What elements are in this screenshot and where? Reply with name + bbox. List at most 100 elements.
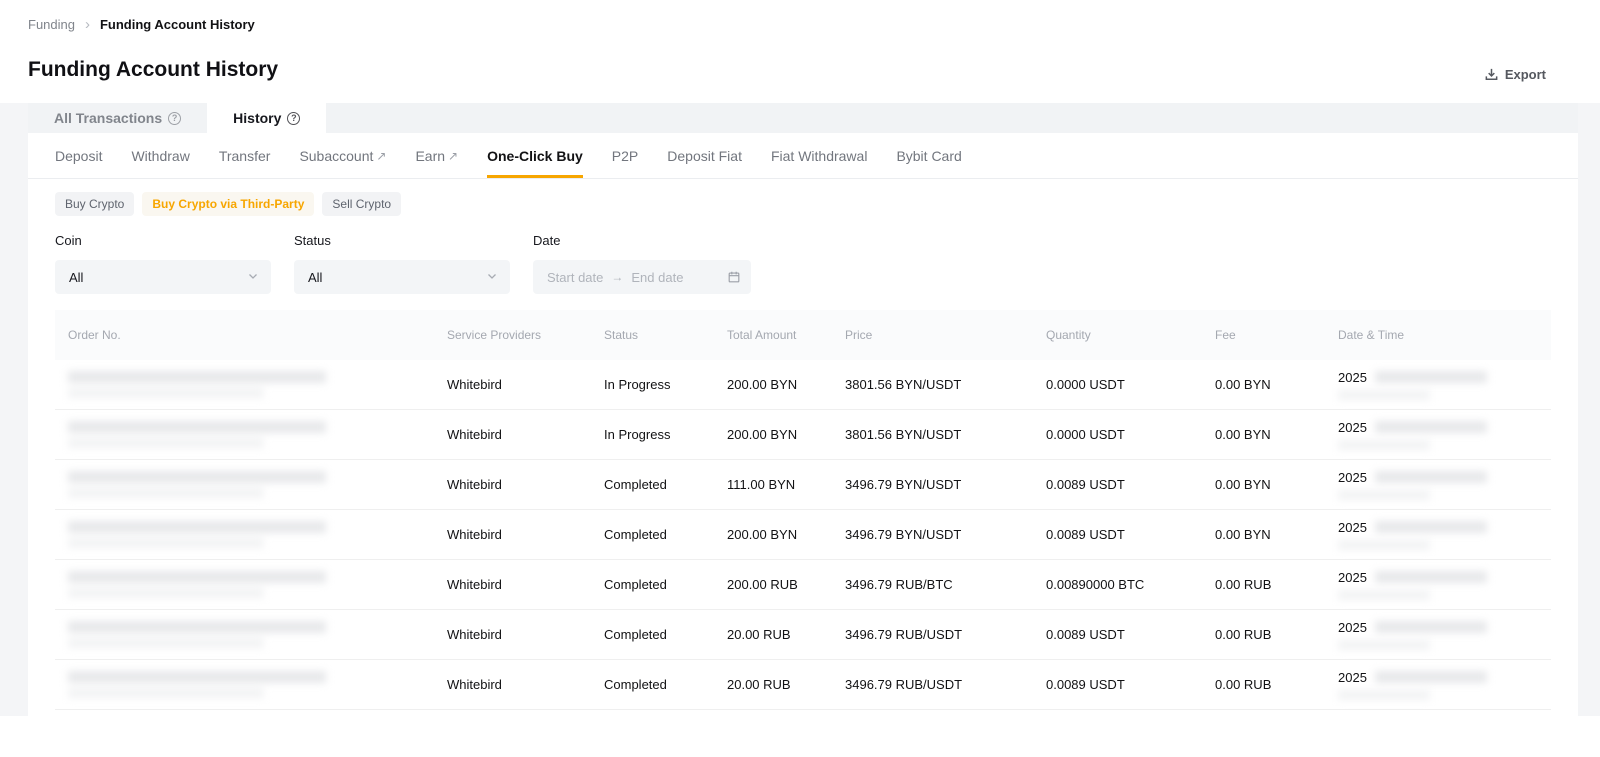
subtab-one-click-buy[interactable]: One-Click Buy	[487, 133, 583, 178]
date-time: 2025	[1338, 570, 1551, 600]
subtab-deposit-fiat[interactable]: Deposit Fiat	[667, 133, 742, 178]
subtab-fiat-withdrawal[interactable]: Fiat Withdrawal	[771, 133, 867, 178]
subtab-label: Subaccount	[299, 148, 373, 164]
table-row: Whitebird Completed 111.00 BYN 3496.79 B…	[55, 460, 1551, 510]
date-year: 2025	[1338, 370, 1367, 385]
subtab-subaccount[interactable]: Subaccount↗	[299, 133, 386, 178]
page: Funding › Funding Account History Fundin…	[0, 0, 1600, 716]
date-redacted	[1375, 521, 1487, 533]
subtab-earn[interactable]: Earn↗	[415, 133, 458, 178]
table-row: Whitebird Completed 20.00 RUB 3496.79 RU…	[55, 660, 1551, 710]
service-provider: Whitebird	[447, 377, 604, 392]
date-year: 2025	[1338, 670, 1367, 685]
col-price: Price	[845, 328, 1046, 342]
quantity: 0.00890000 BTC	[1046, 577, 1215, 592]
table-header: Order No. Service Providers Status Total…	[55, 310, 1551, 360]
breadcrumb-current: Funding Account History	[100, 17, 255, 32]
fee: 0.00 RUB	[1215, 677, 1338, 692]
help-icon[interactable]: ?	[287, 112, 300, 125]
date-time: 2025	[1338, 470, 1551, 500]
page-title: Funding Account History	[28, 58, 278, 82]
export-label: Export	[1505, 67, 1546, 82]
subtab-bybit-card[interactable]: Bybit Card	[896, 133, 961, 178]
subtab-withdraw[interactable]: Withdraw	[131, 133, 189, 178]
date-time: 2025	[1338, 370, 1551, 400]
date-redacted	[1375, 671, 1487, 683]
pill-filter-group: Buy Crypto Buy Crypto via Third-Party Se…	[28, 179, 1578, 216]
subtab-label: Bybit Card	[896, 148, 961, 164]
service-provider: Whitebird	[447, 477, 604, 492]
date-redacted	[1375, 621, 1487, 633]
subtab-p2p[interactable]: P2P	[612, 133, 638, 178]
col-date-time: Date & Time	[1338, 328, 1551, 342]
date-range-input[interactable]: Start date → End date	[533, 260, 751, 294]
table-row: Whitebird Completed 200.00 RUB 3496.79 R…	[55, 560, 1551, 610]
tab-history-label: History	[233, 110, 281, 126]
pill-sell-crypto[interactable]: Sell Crypto	[322, 192, 401, 216]
coin-select-value: All	[69, 270, 83, 285]
date-time: 2025	[1338, 620, 1551, 650]
price: 3496.79 RUB/BTC	[845, 577, 1046, 592]
order-no-redacted	[68, 671, 447, 698]
pill-buy-crypto-third-party[interactable]: Buy Crypto via Third-Party	[142, 192, 314, 216]
quantity: 0.0000 USDT	[1046, 427, 1215, 442]
status-value: Completed	[604, 477, 727, 492]
total-amount: 20.00 RUB	[727, 677, 845, 692]
price: 3496.79 BYN/USDT	[845, 527, 1046, 542]
time-redacted	[1338, 540, 1430, 550]
status-value: Completed	[604, 577, 727, 592]
service-provider: Whitebird	[447, 527, 604, 542]
subtab-label: Transfer	[219, 148, 271, 164]
order-no-redacted	[68, 571, 447, 598]
filters-row: Coin All Status All	[28, 216, 1578, 294]
order-no-redacted	[68, 471, 447, 498]
total-amount: 111.00 BYN	[727, 477, 845, 492]
quantity: 0.0089 USDT	[1046, 527, 1215, 542]
service-provider: Whitebird	[447, 577, 604, 592]
time-redacted	[1338, 490, 1430, 500]
order-no-redacted	[68, 521, 447, 548]
quantity: 0.0089 USDT	[1046, 677, 1215, 692]
history-card: All Transactions ? History ? Deposit Wit…	[28, 103, 1578, 716]
quantity: 0.0089 USDT	[1046, 627, 1215, 642]
help-icon[interactable]: ?	[168, 112, 181, 125]
status-select[interactable]: All	[294, 260, 510, 294]
date-filter-label: Date	[533, 233, 751, 248]
status-value: In Progress	[604, 427, 727, 442]
status-value: Completed	[604, 677, 727, 692]
col-total-amount: Total Amount	[727, 328, 845, 342]
date-redacted	[1375, 471, 1487, 483]
history-table: Order No. Service Providers Status Total…	[55, 310, 1551, 710]
subtab-transfer[interactable]: Transfer	[219, 133, 271, 178]
end-date-placeholder: End date	[631, 270, 683, 285]
date-redacted	[1375, 571, 1487, 583]
time-redacted	[1338, 640, 1430, 650]
calendar-icon[interactable]	[727, 270, 741, 284]
subtab-label: Earn	[415, 148, 445, 164]
col-fee: Fee	[1215, 328, 1338, 342]
total-amount: 200.00 BYN	[727, 527, 845, 542]
date-time: 2025	[1338, 520, 1551, 550]
subtab-label: Fiat Withdrawal	[771, 148, 867, 164]
chevron-down-icon	[486, 270, 498, 285]
fee: 0.00 RUB	[1215, 577, 1338, 592]
subtab-label: One-Click Buy	[487, 148, 583, 164]
service-provider: Whitebird	[447, 427, 604, 442]
subtab-label: Withdraw	[131, 148, 189, 164]
external-link-icon: ↗	[376, 149, 386, 163]
arrow-right-icon: →	[611, 270, 623, 284]
price: 3496.79 BYN/USDT	[845, 477, 1046, 492]
coin-select[interactable]: All	[55, 260, 271, 294]
download-icon	[1484, 67, 1499, 82]
service-provider: Whitebird	[447, 677, 604, 692]
status-value: In Progress	[604, 377, 727, 392]
tab-history[interactable]: History ?	[207, 103, 326, 133]
export-button[interactable]: Export	[1484, 67, 1546, 82]
subtab-deposit[interactable]: Deposit	[55, 133, 102, 178]
tab-all-transactions[interactable]: All Transactions ?	[28, 103, 207, 133]
fee: 0.00 BYN	[1215, 477, 1338, 492]
pill-buy-crypto[interactable]: Buy Crypto	[55, 192, 134, 216]
date-time: 2025	[1338, 420, 1551, 450]
breadcrumb-parent[interactable]: Funding	[28, 17, 75, 32]
time-redacted	[1338, 690, 1430, 700]
